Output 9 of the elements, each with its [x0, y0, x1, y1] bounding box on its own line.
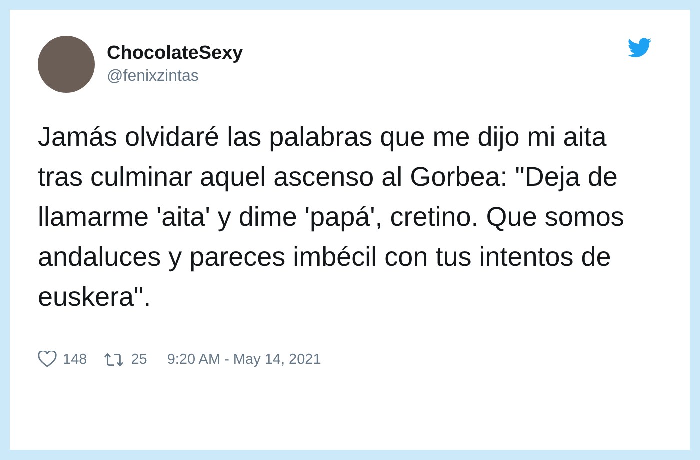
retweet-count: 25	[131, 352, 148, 368]
heart-icon[interactable]	[38, 351, 57, 368]
bird-icon	[628, 38, 652, 58]
timestamp: 9:20 AM - May 14, 2021	[167, 352, 322, 368]
retweet-icon[interactable]	[103, 352, 126, 368]
author-name: ChocolateSexy	[107, 43, 244, 65]
like-count: 148	[63, 352, 88, 368]
author-handle: @fenixzintas	[107, 68, 200, 86]
tweet-text: Jamás olvidaré las palabras que me dijo mi aita tras culminar aquel ascenso al Gorbea: "Deja de llamarme 'aita' y dime 'papá', cretino. Que somos andaluces y pareces imbécil con tus intentos de euskera".	[38, 121, 626, 314]
